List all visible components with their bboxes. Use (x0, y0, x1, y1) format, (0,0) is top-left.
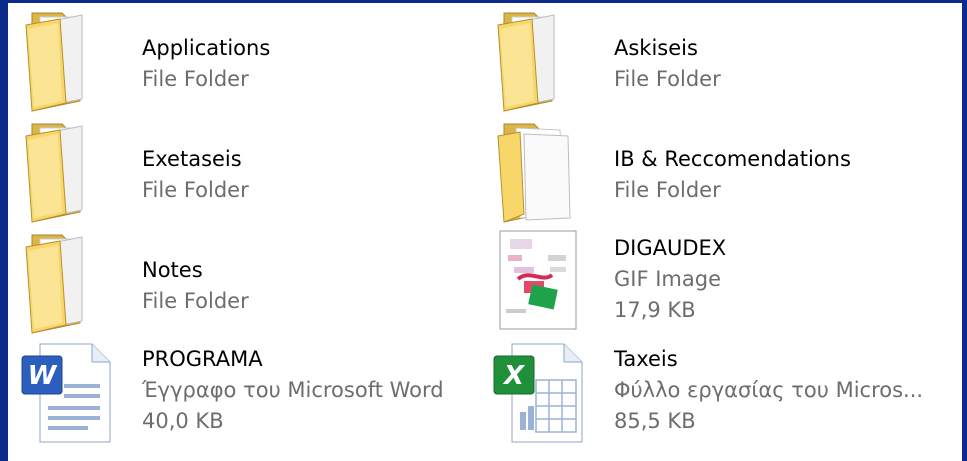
item-size: 17,9 KB (614, 298, 696, 322)
file-list-pane: Applications File Folder Askiseis File F… (8, 3, 962, 461)
item-name: PROGRAMA (142, 347, 263, 371)
svg-text:X: X (502, 361, 526, 391)
item-type: File Folder (614, 178, 721, 202)
item-name: Exetaseis (142, 147, 242, 171)
word-document-icon: W (18, 336, 128, 446)
file-item-digaudex[interactable]: DIGAUDEX GIF Image 17,9 KB (490, 225, 960, 335)
item-size: 85,5 KB (614, 409, 696, 433)
file-item-taxeis[interactable]: X Taxeis Φύλλο εργασίας του Micros... 85… (490, 336, 960, 446)
folder-icon (18, 3, 128, 113)
item-name: DIGAUDEX (614, 236, 727, 260)
file-item-notes[interactable]: Notes File Folder (18, 225, 488, 335)
folder-icon (490, 3, 600, 113)
gif-thumbnail-icon (490, 225, 600, 335)
item-type: File Folder (614, 67, 721, 91)
item-type: File Folder (142, 67, 249, 91)
item-type: File Folder (142, 178, 249, 202)
file-item-applications[interactable]: Applications File Folder (18, 3, 488, 113)
item-name: Taxeis (614, 347, 678, 371)
item-type: Φύλλο εργασίας του Micros... (614, 378, 924, 402)
folder-icon (18, 225, 128, 335)
file-item-ib-reccomendations[interactable]: IB & Reccomendations File Folder (490, 114, 960, 224)
item-size: 40,0 KB (142, 409, 224, 433)
file-item-exetaseis[interactable]: Exetaseis File Folder (18, 114, 488, 224)
item-type: GIF Image (614, 267, 721, 291)
file-item-askiseis[interactable]: Askiseis File Folder (490, 3, 960, 113)
item-type: Έγγραφο του Microsoft Word (142, 378, 444, 402)
item-name: Notes (142, 258, 203, 282)
item-name: Askiseis (614, 36, 698, 60)
excel-worksheet-icon: X (490, 336, 600, 446)
item-name: Applications (142, 36, 271, 60)
open-folder-icon (490, 114, 600, 224)
item-type: File Folder (142, 289, 249, 313)
svg-text:W: W (28, 361, 58, 391)
folder-icon (18, 114, 128, 224)
file-item-programa[interactable]: W PROGRAMA Έγγραφο του Microsoft Word 40… (18, 336, 488, 446)
item-name: IB & Reccomendations (614, 147, 851, 171)
